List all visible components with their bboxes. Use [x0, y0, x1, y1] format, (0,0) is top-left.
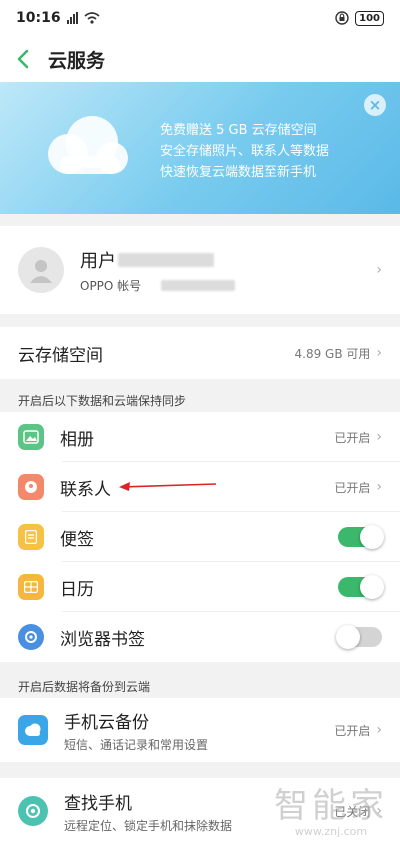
back-arrow-icon[interactable]: [16, 47, 36, 71]
storage-value: 4.89 GB 可用: [294, 346, 371, 361]
user-icon: [30, 260, 52, 283]
chevron-right-icon: ›: [376, 722, 382, 738]
status-bar: 10:16 100: [0, 0, 400, 36]
redacted-username: [118, 252, 214, 267]
toggle-knob: [360, 525, 384, 549]
storage-label: 云存储空间: [18, 345, 103, 366]
avatar: [18, 247, 64, 293]
battery-icon: 100: [355, 10, 384, 26]
banner-close-button[interactable]: ×: [364, 94, 386, 116]
chevron-right-icon: ›: [376, 429, 382, 445]
sync-list: 相册 已开启 › 联系人 已开启 › 便签 日历 浏览器书签: [0, 412, 400, 662]
watermark-logo: 智能家: [274, 786, 388, 826]
sync-item-contacts[interactable]: 联系人 已开启 ›: [0, 462, 400, 512]
sync-item-calendar[interactable]: 日历: [0, 562, 400, 612]
backup-sublabel: 短信、通话记录和常用设置: [64, 737, 209, 752]
notes-toggle[interactable]: [338, 525, 384, 549]
backup-section-header: 开启后数据将备份到云端: [18, 679, 151, 694]
promo-banner[interactable]: 免费赠送 5 GB 云存储空间 安全存储照片、联系人等数据 快速恢复云端数据至新…: [0, 82, 400, 214]
account-card[interactable]: 用户 OPPO 帐号 ›: [0, 226, 400, 314]
sync-item-status: 已开启: [334, 480, 371, 495]
sync-item-label: 联系人: [60, 479, 111, 500]
photo-icon: [18, 424, 44, 450]
find-phone-sublabel: 远程定位、锁定手机和抹除数据: [64, 818, 233, 833]
calendar-icon: [18, 574, 44, 600]
banner-line-3: 快速恢复云端数据至新手机: [160, 165, 317, 180]
cloud-backup-icon: [18, 715, 48, 745]
browser-icon: [18, 624, 44, 650]
backup-status: 已开启: [334, 723, 371, 738]
notes-icon: [18, 524, 44, 550]
lock-rotation-icon: [335, 11, 349, 25]
sync-section-header: 开启后以下数据和云端保持同步: [18, 393, 187, 408]
storage-card[interactable]: 云存储空间 4.89 GB 可用 ›: [0, 327, 400, 379]
storage-row[interactable]: 云存储空间 4.89 GB 可用 ›: [0, 327, 400, 379]
page-title: 云服务: [48, 49, 106, 72]
chevron-right-icon: ›: [376, 479, 382, 495]
sync-item-notes[interactable]: 便签: [0, 512, 400, 562]
backup-card[interactable]: 手机云备份 短信、通话记录和常用设置 已开启 ›: [0, 698, 400, 762]
backup-row[interactable]: 手机云备份 短信、通话记录和常用设置 已开启 ›: [0, 698, 400, 762]
chevron-right-icon: ›: [376, 262, 382, 278]
sync-item-label: 日历: [60, 579, 94, 600]
status-time: 10:16: [16, 10, 61, 26]
chevron-right-icon: ›: [376, 345, 382, 361]
find-phone-icon: [18, 796, 48, 826]
bookmarks-toggle[interactable]: [336, 625, 382, 649]
banner-line-2: 安全存储照片、联系人等数据: [160, 144, 330, 159]
account-name: 用户: [80, 250, 116, 272]
backup-label: 手机云备份: [64, 712, 149, 733]
sync-item-bookmarks[interactable]: 浏览器书签: [0, 612, 400, 662]
contacts-icon: [18, 474, 44, 500]
cloud-icon: [48, 116, 128, 174]
find-phone-label: 查找手机: [64, 793, 132, 814]
sync-item-label: 便签: [60, 529, 94, 550]
account-sublabel: OPPO 帐号: [80, 278, 142, 293]
sync-item-album[interactable]: 相册 已开启 ›: [0, 412, 400, 462]
banner-line-1: 免费赠送 5 GB 云存储空间: [160, 123, 317, 138]
toggle-knob: [360, 575, 384, 599]
sync-item-status: 已开启: [334, 430, 371, 445]
toggle-knob: [336, 625, 360, 649]
app-header: 云服务: [0, 36, 400, 82]
calendar-toggle[interactable]: [338, 575, 384, 599]
sync-item-label: 相册: [60, 429, 94, 450]
watermark: 智能家 www.znj.com: [274, 787, 388, 838]
watermark-url: www.znj.com: [294, 825, 368, 838]
wifi-icon: [83, 12, 100, 24]
redacted-account-id: [161, 279, 236, 291]
annotation-arrow: [119, 482, 217, 491]
sync-item-label: 浏览器书签: [60, 629, 145, 650]
signal-icon: [66, 12, 78, 24]
